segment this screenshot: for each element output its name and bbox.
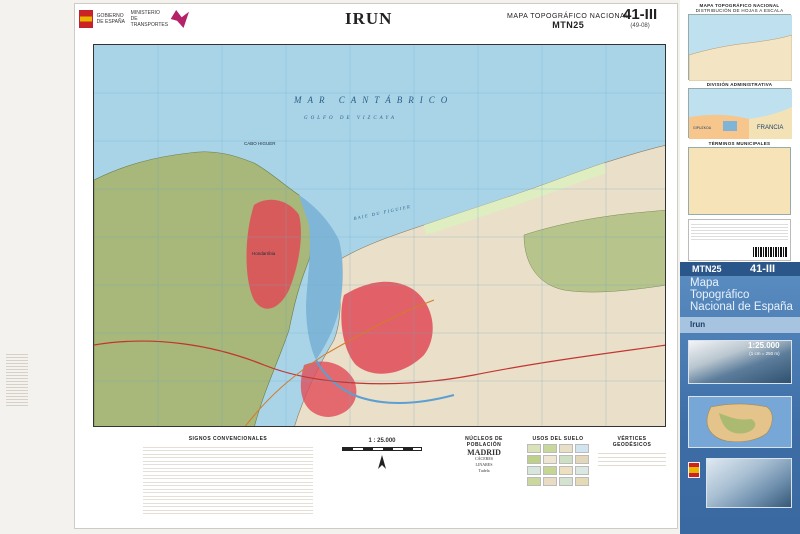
distribution-map-svg bbox=[688, 15, 793, 82]
geodesic-title: VÉRTICES GEODÉSICOS bbox=[612, 436, 652, 448]
cover-aerial-photo bbox=[706, 458, 792, 508]
series-code: MTN25 bbox=[552, 20, 585, 30]
map-cover: MTN25 41-III Mapa Topográfico Nacional d… bbox=[680, 262, 800, 534]
barcode-icon bbox=[753, 247, 787, 257]
geodesic-legend: VÉRTICES GEODÉSICOS bbox=[598, 436, 666, 522]
city-samples: MADRID CÁCERES LINARES Tudela bbox=[448, 449, 520, 474]
admin-title: DIVISIÓN ADMINISTRATIVA bbox=[706, 82, 773, 87]
cover-sheet-number: 41-III bbox=[750, 263, 776, 275]
admin-map: FRANCIA GIPUZKOA bbox=[688, 88, 792, 139]
north-arrow-icon bbox=[378, 455, 386, 469]
admin-country-label: FRANCIA bbox=[757, 125, 783, 131]
admin-province-label: GIPUZKOA bbox=[693, 126, 712, 130]
conventional-signs: SIGNOS CONVENCIONALES bbox=[143, 436, 313, 522]
land-use-swatches bbox=[527, 444, 593, 486]
town-label: Hondarribia bbox=[252, 251, 276, 256]
spain-crest-icon bbox=[79, 10, 93, 28]
gulf-label: GOLFO DE VIZCAYA bbox=[304, 116, 397, 121]
land-use-title: USOS DEL SUELO bbox=[532, 436, 584, 442]
ministry-sub-text: MINISTERIO DE TRANSPORTES bbox=[130, 10, 169, 28]
series-block: MAPA TOPOGRÁFICO NACIONAL MTN25 bbox=[507, 12, 630, 30]
publication-info bbox=[688, 219, 791, 261]
sheet-title: IRUN bbox=[345, 9, 393, 28]
ministry-text: GOBIERNO DE ESPAÑA bbox=[97, 13, 127, 25]
map-legend: SIGNOS CONVENCIONALES 1 : 25.000 NÚCLEOS… bbox=[93, 436, 666, 524]
city-sample-4: Tudela bbox=[478, 468, 490, 473]
spain-map-svg bbox=[706, 403, 773, 443]
side-panel: MAPA TOPOGRÁFICO NACIONAL DISTRIBUCIÓN D… bbox=[680, 0, 800, 534]
municipal-title: TÉRMINOS MUNICIPALES bbox=[708, 141, 771, 146]
ministry-sub: MINISTERIO DE TRANSPORTES bbox=[130, 10, 169, 28]
sheet-number: 41-III bbox=[623, 6, 658, 23]
cover-footer bbox=[680, 450, 800, 534]
distribution-map bbox=[688, 14, 793, 82]
scale-text: 1 : 25.000 bbox=[368, 438, 396, 444]
cape-label: CABO HIGUER bbox=[244, 141, 276, 146]
left-margin-table bbox=[6, 350, 28, 430]
sea-label: MAR CANTÁBRICO bbox=[293, 95, 453, 105]
land-use-legend: USOS DEL SUELO bbox=[523, 436, 593, 522]
population-legend: NÚCLEOS DE POBLACIÓN MADRID CÁCERES LINA… bbox=[448, 436, 520, 522]
cover-title: Mapa Topográfico Nacional de España bbox=[690, 277, 793, 313]
population-title: NÚCLEOS DE POBLACIÓN bbox=[465, 436, 503, 448]
cover-crest-icon bbox=[688, 462, 700, 478]
signs-title: SIGNOS CONVENCIONALES bbox=[188, 436, 268, 442]
cover-series: MTN25 bbox=[692, 264, 722, 274]
map-sheet: GOBIERNO DE ESPAÑA MINISTERIO DE TRANSPO… bbox=[74, 3, 678, 529]
cover-header: MTN25 41-III bbox=[680, 262, 800, 276]
geodesic-table bbox=[598, 450, 666, 466]
sheet-sub-number: (49-08) bbox=[630, 23, 650, 29]
sheet-number-block: 41-III (49-08) bbox=[623, 6, 657, 29]
cover-scale: 1:25.000 (1 cm = 250 m) bbox=[748, 341, 780, 357]
ministry-name: GOBIERNO DE ESPAÑA bbox=[96, 13, 125, 25]
cover-place-name: Irun bbox=[680, 317, 800, 333]
cover-spain-map bbox=[688, 396, 792, 448]
sheet-header: GOBIERNO DE ESPAÑA MINISTERIO DE TRANSPO… bbox=[75, 4, 677, 34]
map-canvas: MAR CANTÁBRICO GOLFO DE VIZCAYA BAIE DU … bbox=[94, 45, 665, 426]
scale-block: 1 : 25.000 bbox=[327, 438, 437, 470]
ministry-logos: GOBIERNO DE ESPAÑA MINISTERIO DE TRANSPO… bbox=[79, 7, 189, 31]
topographic-map[interactable]: MAR CANTÁBRICO GOLFO DE VIZCAYA BAIE DU … bbox=[93, 44, 666, 427]
ign-logo-icon bbox=[170, 10, 189, 28]
municipal-map bbox=[688, 147, 791, 215]
scale-bar bbox=[342, 447, 422, 451]
signs-rows bbox=[143, 444, 313, 514]
admin-map-svg: FRANCIA GIPUZKOA bbox=[689, 89, 792, 139]
